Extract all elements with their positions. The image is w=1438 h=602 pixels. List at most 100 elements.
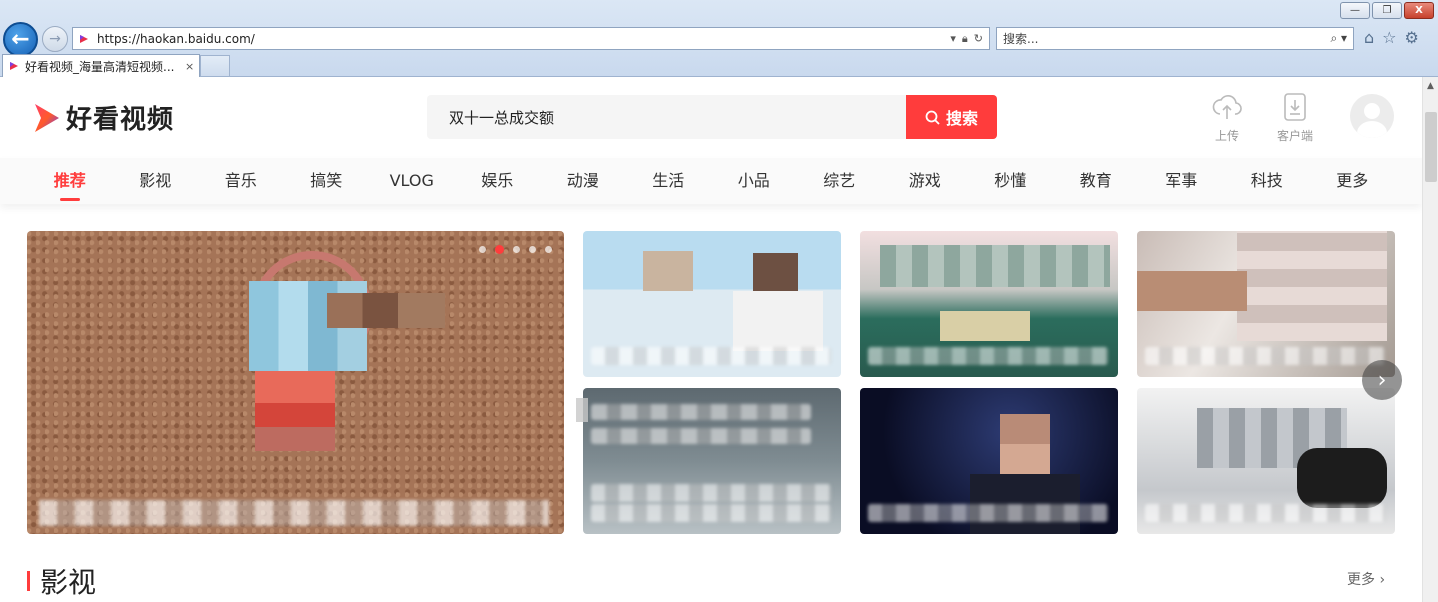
forward-button[interactable]: →	[42, 26, 68, 52]
search-button[interactable]: 搜索	[906, 95, 997, 139]
category-tab[interactable]: VLOG	[369, 158, 455, 204]
hero-mosaic-arm	[327, 293, 445, 328]
mosaic-table	[940, 311, 1030, 341]
address-tools: ▾ 🔒︎ ↻	[950, 32, 989, 46]
carousel-dot[interactable]	[479, 246, 486, 253]
category-tab[interactable]: 科技	[1224, 158, 1310, 204]
haokan-logo-icon	[35, 103, 59, 132]
site-logo[interactable]: 好看视频	[32, 99, 174, 136]
scroll-thumb[interactable]	[1425, 112, 1437, 182]
url-text: https://haokan.baidu.com/	[97, 31, 255, 46]
category-tab[interactable]: 搞笑	[284, 158, 370, 204]
card-caption-blurred	[591, 347, 831, 365]
card-caption-blurred	[591, 504, 831, 522]
logo-text: 好看视频	[66, 105, 175, 135]
category-tab[interactable]: 影视	[113, 158, 199, 204]
tab-close-icon[interactable]: ×	[185, 60, 199, 73]
upload-label: 上传	[1214, 129, 1239, 143]
carousel-prev-handle[interactable]	[576, 398, 588, 422]
category-tab[interactable]: 更多	[1310, 158, 1396, 204]
site-header: 好看视频 双十一总成交额 搜索 上传 客户端	[0, 77, 1422, 158]
browser-search-box[interactable]: 搜索... ⌕ ▾	[996, 27, 1354, 50]
category-tab[interactable]: 推荐	[27, 158, 113, 204]
card-title-blurred	[591, 428, 811, 444]
carousel-dot[interactable]	[495, 245, 504, 254]
tab-title: 好看视频_海量高清短视频...	[25, 59, 175, 74]
category-tab[interactable]: 生活	[626, 158, 712, 204]
carousel-next-button[interactable]: ›	[1362, 360, 1402, 400]
section-accent-bar	[27, 571, 30, 591]
carousel-dot[interactable]	[513, 246, 520, 253]
refresh-icon[interactable]: ↻	[974, 32, 983, 46]
cloud-upload-icon	[1212, 95, 1242, 119]
category-tab[interactable]: 军事	[1139, 158, 1225, 204]
category-tab[interactable]: 教育	[1053, 158, 1139, 204]
hero-video-card[interactable]	[27, 231, 564, 534]
new-tab-button[interactable]	[200, 55, 230, 77]
mosaic-face	[753, 253, 798, 293]
card-caption-blurred	[1145, 504, 1385, 522]
card-caption-blurred	[1145, 347, 1385, 365]
restore-button[interactable]: ❐	[1372, 2, 1402, 19]
browser-search-placeholder: 搜索...	[1003, 32, 1039, 46]
favorites-star-icon[interactable]: ☆	[1382, 28, 1396, 47]
search-button-label: 搜索	[945, 109, 978, 128]
category-tab[interactable]: 综艺	[797, 158, 883, 204]
lock-icon[interactable]: 🔒︎	[962, 32, 968, 46]
search-input[interactable]: 双十一总成交额	[449, 107, 554, 128]
section-title: 影视	[40, 566, 97, 599]
category-tab[interactable]: 游戏	[882, 158, 968, 204]
mosaic-face	[1000, 414, 1050, 474]
mosaic-faces-row	[880, 245, 1110, 287]
video-card[interactable]	[583, 388, 841, 534]
hero-mosaic-body	[255, 371, 335, 451]
browser-tab[interactable]: 好看视频_海量高清短视频... ×	[2, 54, 200, 77]
video-card[interactable]	[583, 231, 841, 377]
settings-gear-icon[interactable]: ⚙	[1405, 28, 1419, 47]
avatar-body-shape	[1357, 121, 1387, 138]
user-avatar[interactable]	[1350, 94, 1394, 138]
carousel-dots	[479, 245, 552, 254]
car-wheel-shape	[1297, 448, 1387, 508]
back-button[interactable]: ←	[3, 22, 38, 57]
carousel-dot[interactable]	[545, 246, 552, 253]
video-card[interactable]	[1137, 231, 1395, 377]
close-window-button[interactable]: X	[1404, 2, 1434, 19]
video-card[interactable]	[860, 231, 1118, 377]
site-search: 双十一总成交额 搜索	[427, 95, 997, 139]
category-tab[interactable]: 音乐	[198, 158, 284, 204]
video-card[interactable]	[1137, 388, 1395, 534]
window-controls: — ❐ X	[1340, 2, 1434, 19]
category-tab[interactable]: 动漫	[540, 158, 626, 204]
download-client-icon	[1284, 93, 1306, 121]
category-list: 推荐 影视 音乐 搞笑 VLOG 娱乐 动漫 生活 小品 综艺 游戏 秒懂 教育 军事 科技 更多	[27, 158, 1395, 204]
site-favicon-icon	[80, 34, 88, 43]
minimize-button[interactable]: —	[1340, 2, 1370, 19]
carousel-dot[interactable]	[529, 246, 536, 253]
back-arrow-icon: ←	[11, 27, 30, 52]
chevron-right-icon: ›	[1377, 367, 1387, 393]
video-card[interactable]	[860, 388, 1118, 534]
search-magnifier-icon[interactable]: ⌕ ▾	[1330, 31, 1353, 46]
page-scrollbar[interactable]: ▲	[1422, 77, 1438, 602]
scroll-up-icon[interactable]: ▲	[1423, 77, 1438, 94]
hero-caption	[41, 498, 541, 524]
category-tab[interactable]: 娱乐	[455, 158, 541, 204]
category-tab[interactable]: 秒懂	[968, 158, 1054, 204]
tab-favicon-icon	[10, 62, 18, 70]
mosaic-object	[1237, 231, 1387, 341]
home-icon[interactable]: ⌂	[1364, 28, 1374, 47]
upload-action[interactable]: 上传	[1212, 93, 1242, 144]
address-bar[interactable]: https://haokan.baidu.com/ ▾ 🔒︎ ↻	[72, 27, 990, 50]
magnifier-icon	[925, 110, 940, 125]
hand-shape	[1137, 271, 1247, 311]
forward-arrow-icon: →	[49, 31, 61, 47]
card-caption-blurred	[591, 484, 831, 502]
category-tab[interactable]: 小品	[711, 158, 797, 204]
dropdown-icon[interactable]: ▾	[950, 32, 956, 46]
card-caption-blurred	[868, 347, 1108, 365]
card-caption-blurred	[868, 504, 1108, 522]
section-more-link[interactable]: 更多 ›	[1347, 569, 1385, 589]
client-action[interactable]: 客户端	[1277, 93, 1313, 144]
figure-shirt-shape	[733, 291, 823, 351]
